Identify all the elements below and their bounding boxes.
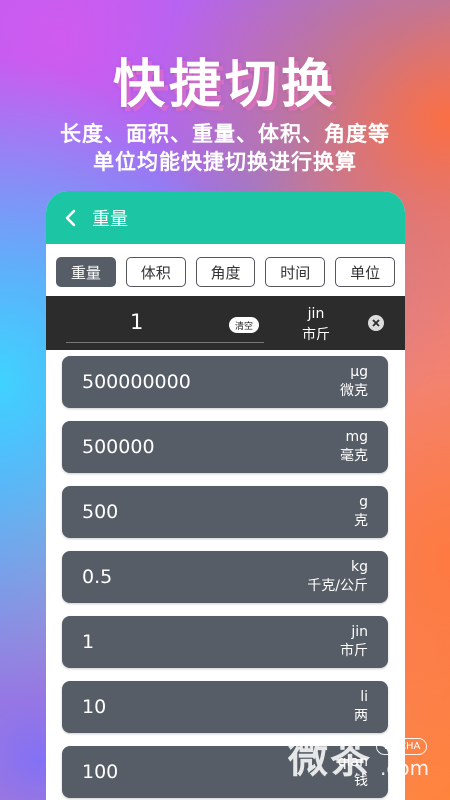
result-row[interactable]: 0.5 kg 千克/公斤 — [62, 551, 388, 603]
result-value: 500 — [82, 501, 119, 523]
input-underline — [66, 342, 264, 343]
chevron-left-icon[interactable] — [60, 207, 82, 229]
result-unit: kg 千克/公斤 — [307, 558, 368, 596]
tab-angle[interactable]: 角度 — [195, 257, 256, 287]
promo-headline: 快捷切换 — [112, 55, 337, 115]
result-unit-name: 市斤 — [340, 643, 368, 659]
watermark-badge: WXCHA — [376, 738, 428, 755]
amount-input[interactable]: 1 — [130, 310, 143, 334]
watermark-domain: .com — [380, 756, 430, 780]
result-row[interactable]: 500000 mg 毫克 — [62, 421, 388, 473]
input-bar: 1 清空 jin 市斤 — [46, 296, 405, 350]
promo-subtitle-line2: 单位均能快捷切换进行换算 — [93, 150, 357, 174]
page-title: 重量 — [92, 208, 128, 230]
result-unit-code: jin — [351, 624, 368, 640]
result-value: 1 — [82, 631, 95, 653]
result-value: 500000000 — [82, 371, 191, 393]
result-row[interactable]: 1 jin 市斤 — [62, 616, 388, 668]
category-tabs: 重量 体积 角度 时间 单位 — [46, 244, 405, 302]
app-bar: 重量 — [46, 191, 405, 244]
result-row[interactable]: 500 g克 — [62, 486, 388, 538]
tab-unit[interactable]: 单位 — [335, 257, 395, 287]
close-icon[interactable] — [368, 315, 384, 331]
result-unit-code: μg — [350, 364, 368, 380]
input-unit-code[interactable]: jin — [298, 306, 334, 322]
phone-screen: 重量 重量 体积 角度 时间 单位 1 清空 jin 市斤 500000000 … — [46, 191, 405, 800]
result-unit-name: 两 — [354, 708, 368, 724]
result-row[interactable]: 500000000 μg 微克 — [62, 356, 388, 408]
result-unit-name: 毫克 — [340, 448, 368, 464]
result-unit: jin 市斤 — [340, 623, 368, 661]
result-unit: mg 毫克 — [340, 428, 368, 466]
result-unit-name: 千克/公斤 — [307, 578, 368, 594]
result-value: 10 — [82, 696, 107, 718]
input-unit-name[interactable]: 市斤 — [294, 324, 338, 344]
result-unit: g克 — [354, 493, 368, 531]
result-unit: μg 微克 — [340, 363, 368, 401]
result-unit-code: li — [360, 689, 368, 705]
result-unit-code: mg — [345, 429, 368, 445]
tab-volume[interactable]: 体积 — [125, 257, 186, 287]
result-value: 500000 — [82, 436, 155, 458]
result-unit-code: g — [359, 494, 368, 510]
result-unit: li 两 — [354, 688, 368, 726]
tab-time[interactable]: 时间 — [265, 257, 326, 287]
result-unit-name: 克 — [354, 513, 368, 529]
result-value: 100 — [82, 761, 119, 783]
result-unit-name: 微克 — [340, 383, 368, 399]
watermark-text: 微茶 — [288, 736, 372, 782]
clear-button[interactable]: 清空 — [229, 317, 259, 333]
tab-weight[interactable]: 重量 — [56, 257, 116, 287]
promo-subtitle-line1: 长度、面积、重量、体积、角度等 — [60, 122, 390, 146]
result-unit-code: kg — [351, 559, 368, 575]
result-value: 0.5 — [82, 566, 113, 588]
